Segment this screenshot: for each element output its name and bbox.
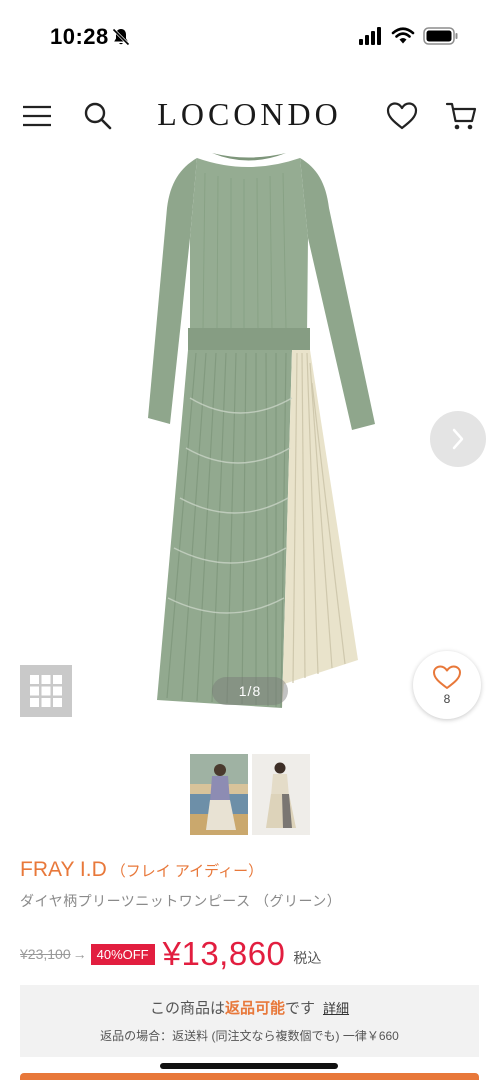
favorite-count: 8	[443, 692, 451, 706]
favorite-button[interactable]: 8	[413, 651, 481, 719]
return-fee-note: 返品の場合：返送料 (同注文なら複数個でも) 一律￥660	[100, 1029, 399, 1043]
tax-label: 税込	[293, 950, 322, 966]
thumbnail-strip	[190, 754, 310, 835]
brand-name-text: FRAY I.D	[20, 858, 107, 881]
thumbnail-1[interactable]	[190, 754, 248, 835]
brand-name[interactable]: FRAY I.D （フレイ アイディー）	[20, 858, 263, 882]
price-row: ¥23,100 → 40%OFF ¥13,860 税込	[20, 932, 321, 976]
status-time: 10:28	[50, 24, 109, 49]
price-arrow: →	[72, 946, 87, 962]
return-detail-link[interactable]: 詳細	[323, 1001, 349, 1016]
product-image-gallery[interactable]: 1/8 8	[0, 148, 499, 738]
bottom-action-bar[interactable]	[20, 1073, 479, 1080]
original-price: ¥23,100	[20, 946, 71, 962]
return-suffix: です	[285, 1000, 316, 1017]
image-counter: 1/8	[212, 677, 288, 705]
status-bar: 10:28	[0, 0, 499, 72]
return-policy-box: この商品は返品可能です 詳細 返品の場合：返送料 (同注文なら複数個でも) 一律￥…	[20, 985, 479, 1057]
bell-slash-icon	[112, 28, 130, 46]
return-prefix: この商品は	[149, 1000, 225, 1017]
heart-icon[interactable]	[385, 99, 419, 133]
thumbnail-2[interactable]	[252, 754, 310, 835]
return-highlight: 返品可能	[224, 1000, 285, 1017]
site-logo[interactable]: LOCONDO	[0, 96, 499, 133]
site-header: LOCONDO	[0, 85, 499, 147]
cart-icon[interactable]	[445, 99, 479, 133]
brand-name-kana: （フレイ アイディー）	[110, 863, 264, 880]
grid-icon	[30, 675, 62, 707]
sale-price: ¥13,860	[162, 935, 286, 972]
return-policy-summary: この商品は返品可能です 詳細	[20, 997, 479, 1018]
signal-icon	[359, 27, 381, 45]
grid-view-button[interactable]	[20, 665, 72, 717]
wifi-icon	[391, 27, 415, 44]
thumbnail-image	[190, 754, 248, 835]
discount-badge: 40%OFF	[90, 943, 155, 965]
home-indicator	[160, 1063, 338, 1069]
heart-outline-icon	[433, 665, 461, 689]
thumbnail-image	[252, 754, 310, 835]
battery-icon	[423, 27, 458, 45]
product-image	[148, 153, 375, 708]
next-image-button[interactable]	[430, 411, 486, 467]
product-name: ダイヤ柄プリーツニットワンピース （グリーン）	[20, 893, 342, 909]
chevron-right-icon	[452, 428, 464, 450]
